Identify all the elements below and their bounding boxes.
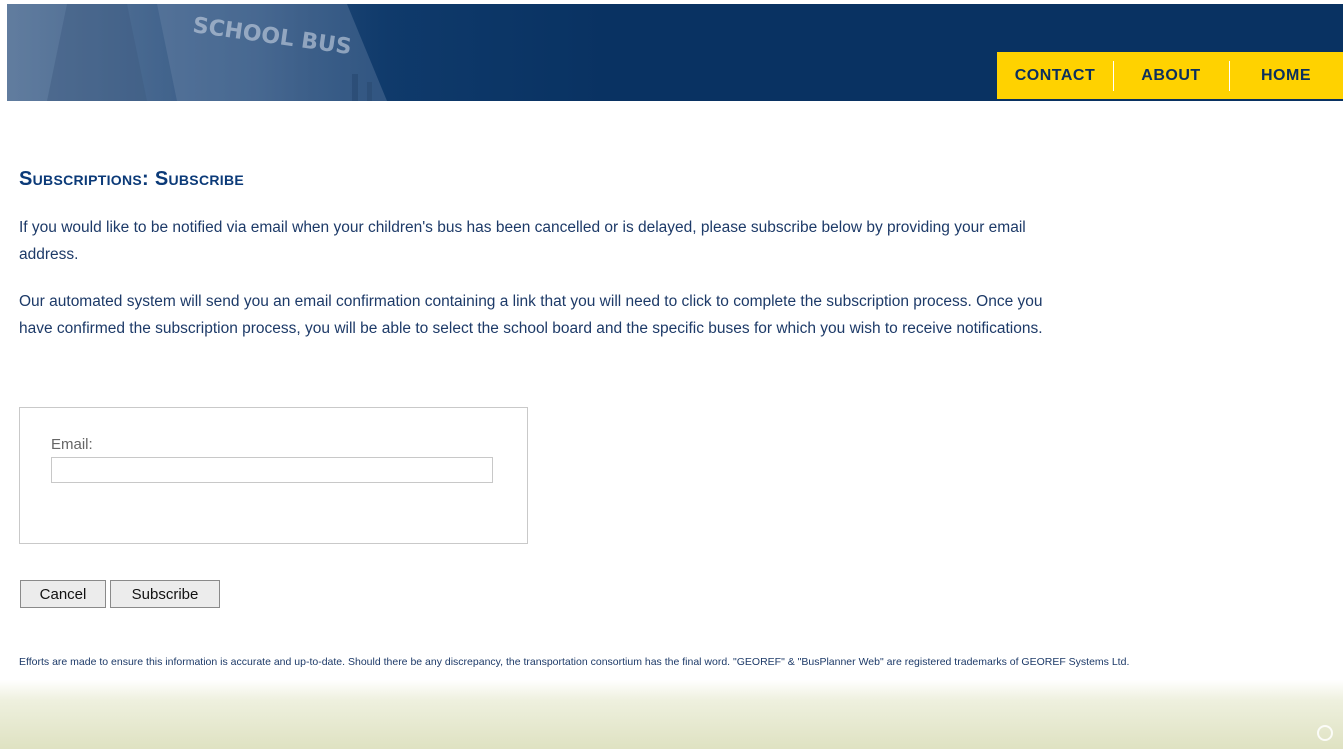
school-bus-banner-image: SCHOOL BUS (7, 4, 427, 101)
intro-paragraph-1: If you would like to be notified via ema… (19, 219, 1026, 263)
footer-disclaimer: Efforts are made to ensure this informat… (19, 656, 1130, 668)
intro-paragraph-2: Our automated system will send you an em… (19, 293, 1043, 337)
email-label: Email: (51, 436, 93, 453)
site-header: SCHOOL BUS CONTACT ABOUT HOME (7, 4, 1343, 101)
footer-band (0, 680, 1343, 749)
subscribe-form: Email: (19, 407, 528, 544)
nav-about[interactable]: ABOUT (1113, 52, 1229, 99)
page-title: Subscriptions: Subscribe (19, 168, 244, 190)
nav-home[interactable]: HOME (1229, 52, 1343, 99)
nav-contact[interactable]: CONTACT (997, 52, 1113, 99)
cancel-button[interactable]: Cancel (20, 580, 106, 608)
georef-logo-icon (1317, 725, 1333, 741)
email-field[interactable] (51, 457, 493, 483)
main-nav: CONTACT ABOUT HOME (997, 52, 1343, 99)
subscribe-button[interactable]: Subscribe (110, 580, 220, 608)
